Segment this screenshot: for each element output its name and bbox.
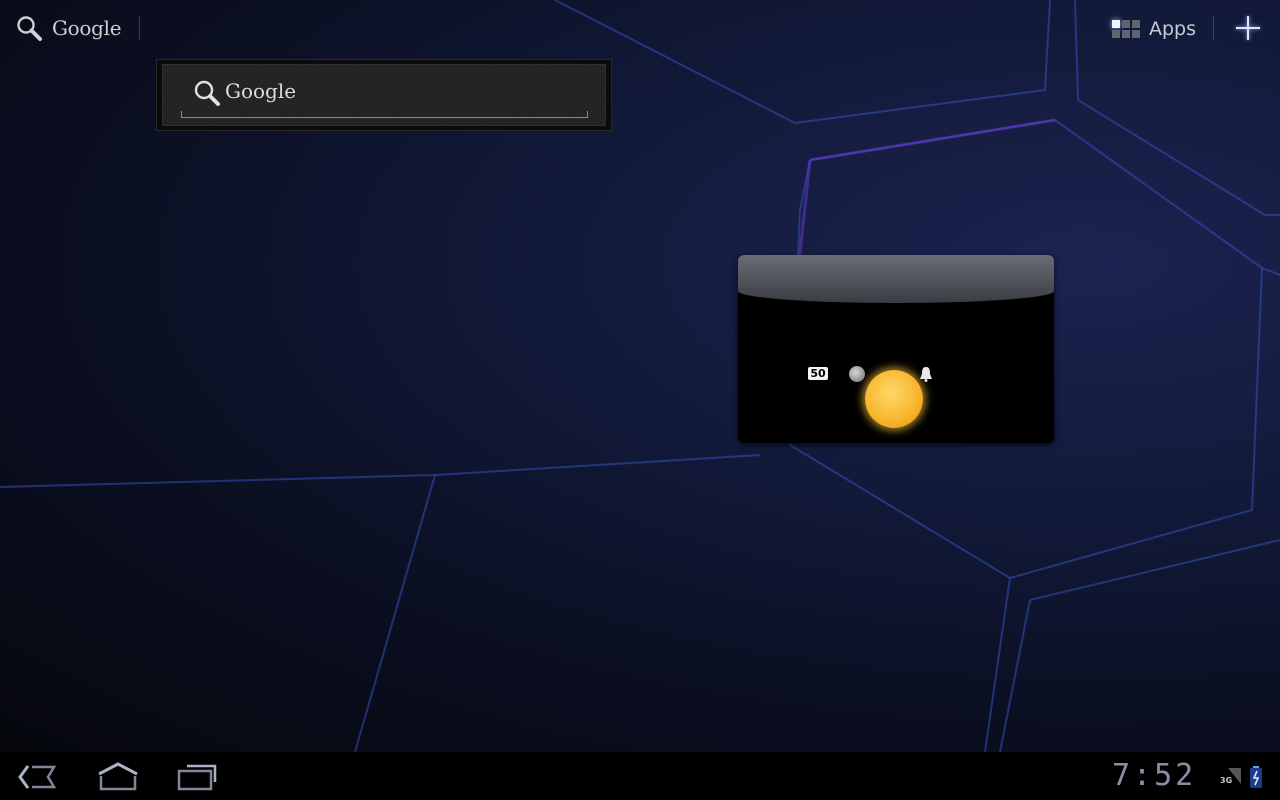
search-icon bbox=[17, 16, 42, 41]
top-search-button[interactable]: Google bbox=[16, 12, 122, 44]
google-search-widget: Google bbox=[156, 59, 612, 131]
battery-charging-icon[interactable] bbox=[1250, 766, 1262, 788]
widget-gloss bbox=[738, 255, 1054, 303]
system-clock[interactable]: 7:52 bbox=[1112, 760, 1196, 792]
signal-icon bbox=[1228, 768, 1241, 784]
google-search-input[interactable]: Google bbox=[162, 64, 606, 126]
apps-label: Apps bbox=[1149, 18, 1197, 40]
alarm-bell-icon bbox=[920, 367, 932, 382]
search-underline bbox=[181, 111, 588, 118]
plus-icon[interactable] bbox=[1234, 14, 1262, 42]
search-widget-label: Google bbox=[225, 79, 297, 103]
divider bbox=[1213, 16, 1214, 40]
moon-icon bbox=[849, 366, 865, 382]
sun-icon bbox=[865, 370, 923, 428]
home-icon[interactable] bbox=[97, 762, 139, 792]
search-icon bbox=[194, 80, 220, 106]
recent-apps-icon[interactable] bbox=[177, 764, 219, 792]
top-search-label: Google bbox=[52, 16, 122, 40]
apps-button[interactable]: Apps bbox=[1112, 14, 1196, 44]
divider bbox=[139, 16, 140, 40]
apps-grid-icon bbox=[1112, 20, 1140, 38]
back-icon[interactable] bbox=[18, 764, 58, 792]
notification-badge: 50 bbox=[808, 367, 828, 380]
